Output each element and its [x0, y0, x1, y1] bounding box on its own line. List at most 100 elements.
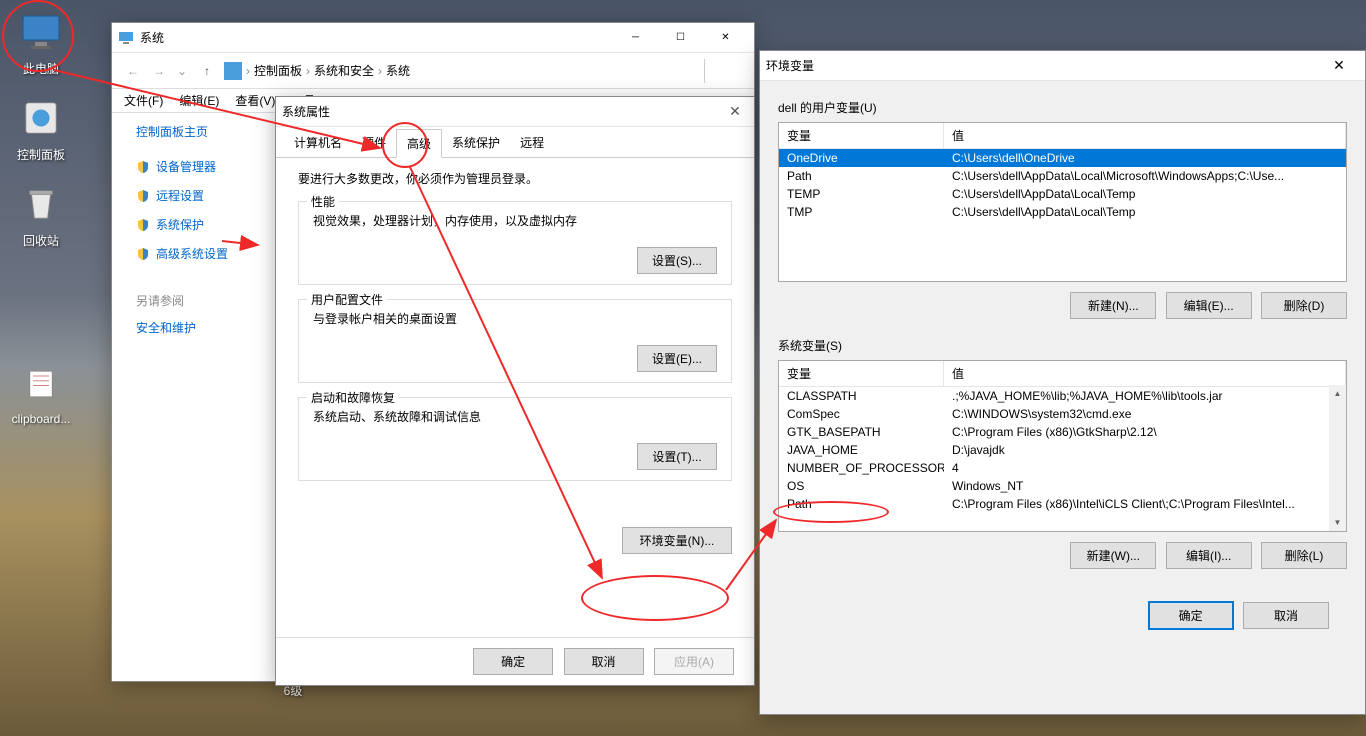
tab-advanced[interactable]: 高级: [396, 129, 442, 158]
user-delete-button[interactable]: 删除(D): [1261, 292, 1347, 319]
breadcrumb-item[interactable]: 系统和安全: [314, 62, 374, 79]
address-bar[interactable]: › 控制面板 › 系统和安全 › 系统: [224, 62, 698, 80]
control-panel-icon: [22, 99, 60, 137]
sys-delete-button[interactable]: 删除(L): [1261, 542, 1347, 569]
nav-up-button[interactable]: ↑: [196, 60, 218, 82]
props-titlebar[interactable]: 系统属性 ✕: [276, 97, 754, 127]
table-row[interactable]: JAVA_HOMED:\javajdk: [779, 441, 1346, 459]
sidebar-item-remote[interactable]: 远程设置: [136, 187, 276, 204]
perf-desc: 视觉效果，处理器计划，内存使用，以及虚拟内存: [313, 212, 717, 229]
table-row[interactable]: TEMPC:\Users\dell\AppData\Local\Temp: [779, 185, 1346, 203]
profile-desc: 与登录帐户相关的桌面设置: [313, 310, 717, 327]
sidebar-item-protection[interactable]: 系统保护: [136, 216, 276, 233]
system-titlebar[interactable]: 系统 ─ ☐ ✕: [112, 23, 754, 53]
shield-icon: [136, 160, 150, 174]
close-button[interactable]: ✕: [722, 99, 748, 125]
nav-forward-button[interactable]: →: [148, 60, 170, 82]
startup-desc: 系统启动、系统故障和调试信息: [313, 408, 717, 425]
minimize-button[interactable]: ─: [613, 23, 658, 52]
search-box[interactable]: [704, 59, 744, 83]
desktop-icon-recycle-bin[interactable]: 回收站: [4, 180, 78, 249]
shield-icon: [136, 218, 150, 232]
profile-settings-button[interactable]: 设置(E)...: [637, 345, 717, 372]
col-header-var[interactable]: 变量: [779, 361, 944, 386]
env-titlebar[interactable]: 环境变量 ✕: [760, 51, 1365, 81]
env-cancel-button[interactable]: 取消: [1243, 602, 1329, 629]
desktop-icon-control-panel[interactable]: 控制面板: [4, 94, 78, 163]
apply-button: 应用(A): [654, 648, 734, 675]
nav-history-dropdown[interactable]: ⌄: [174, 60, 190, 82]
breadcrumb-item[interactable]: 控制面板: [254, 62, 302, 79]
system-title: 系统: [140, 29, 613, 46]
related-label: 另请参阅: [136, 292, 276, 309]
monitor-icon: [118, 30, 134, 46]
col-header-val[interactable]: 值: [944, 123, 1346, 148]
close-button[interactable]: ✕: [703, 23, 748, 52]
menu-file[interactable]: 文件(F): [124, 92, 163, 109]
user-new-button[interactable]: 新建(N)...: [1070, 292, 1156, 319]
menu-view[interactable]: 查看(V): [235, 92, 275, 109]
desktop-icon-this-pc[interactable]: 此电脑: [4, 8, 78, 77]
env-vars-dialog: 环境变量 ✕ dell 的用户变量(U) 变量 值 OneDriveC:\Use…: [759, 50, 1366, 715]
tab-remote[interactable]: 远程: [510, 129, 554, 157]
table-row[interactable]: CLASSPATH.;%JAVA_HOME%\lib;%JAVA_HOME%\l…: [779, 387, 1346, 405]
sidebar-item-advanced[interactable]: 高级系统设置: [136, 245, 276, 262]
admin-note: 要进行大多数更改，你必须作为管理员登录。: [298, 170, 732, 187]
scroll-down-icon[interactable]: ▼: [1329, 514, 1346, 531]
nav-back-button[interactable]: ←: [122, 60, 144, 82]
related-link[interactable]: 安全和维护: [136, 319, 276, 336]
env-vars-button[interactable]: 环境变量(N)...: [622, 527, 732, 554]
address-icon: [224, 62, 242, 80]
user-section-label: dell 的用户变量(U): [778, 99, 1347, 116]
system-sidebar: 控制面板主页 设备管理器 远程设置 系统保护 高级系统设置 另请参阅: [136, 123, 276, 681]
performance-fieldset: 性能 视觉效果，处理器计划，内存使用，以及虚拟内存 设置(S)...: [298, 201, 732, 285]
profile-legend: 用户配置文件: [307, 291, 387, 308]
system-nav: ← → ⌄ ↑ › 控制面板 › 系统和安全 › 系统: [112, 53, 754, 89]
env-title: 环境变量: [766, 57, 1043, 74]
props-tabs: 计算机名 硬件 高级 系统保护 远程: [276, 127, 754, 158]
tab-computer-name[interactable]: 计算机名: [284, 129, 352, 157]
sidebar-item-device-manager[interactable]: 设备管理器: [136, 158, 276, 175]
table-row[interactable]: NUMBER_OF_PROCESSORS4: [779, 459, 1346, 477]
desktop: 此电脑 控制面板 回收站 clipboard... 6级 系统 ─ ☐ ✕ ← …: [0, 0, 1366, 736]
startup-legend: 启动和故障恢复: [307, 389, 399, 406]
perf-settings-button[interactable]: 设置(S)...: [637, 247, 717, 274]
ok-button[interactable]: 确定: [473, 648, 553, 675]
user-edit-button[interactable]: 编辑(E)...: [1166, 292, 1252, 319]
close-button[interactable]: ✕: [1319, 52, 1359, 80]
shield-icon: [136, 247, 150, 261]
system-properties-dialog: 系统属性 ✕ 计算机名 硬件 高级 系统保护 远程 要进行大多数更改，你必须作为…: [275, 96, 755, 686]
col-header-var[interactable]: 变量: [779, 123, 944, 148]
breadcrumb-item[interactable]: 系统: [386, 62, 410, 79]
scroll-up-icon[interactable]: ▲: [1329, 385, 1346, 402]
table-row[interactable]: GTK_BASEPATHC:\Program Files (x86)\GtkSh…: [779, 423, 1346, 441]
user-vars-table: 变量 值 OneDriveC:\Users\dell\OneDrivePathC…: [778, 122, 1347, 282]
sys-new-button[interactable]: 新建(W)...: [1070, 542, 1156, 569]
table-row[interactable]: OSWindows_NT: [779, 477, 1346, 495]
perf-legend: 性能: [307, 193, 339, 210]
tab-protection[interactable]: 系统保护: [442, 129, 510, 157]
shield-icon: [136, 189, 150, 203]
desktop-icon-clipboard[interactable]: clipboard...: [4, 360, 78, 426]
startup-fieldset: 启动和故障恢复 系统启动、系统故障和调试信息 设置(T)...: [298, 397, 732, 481]
system-vars-table: 变量 值 CLASSPATH.;%JAVA_HOME%\lib;%JAVA_HO…: [778, 360, 1347, 532]
scrollbar[interactable]: ▲ ▼: [1329, 385, 1346, 531]
env-ok-button[interactable]: 确定: [1148, 601, 1234, 630]
startup-settings-button[interactable]: 设置(T)...: [637, 443, 717, 470]
col-header-val[interactable]: 值: [944, 361, 1346, 386]
sys-section-label: 系统变量(S): [778, 337, 1347, 354]
maximize-button[interactable]: ☐: [658, 23, 703, 52]
table-row[interactable]: OneDriveC:\Users\dell\OneDrive: [779, 149, 1346, 167]
profile-fieldset: 用户配置文件 与登录帐户相关的桌面设置 设置(E)...: [298, 299, 732, 383]
table-row[interactable]: PathC:\Program Files (x86)\Intel\iCLS Cl…: [779, 495, 1346, 513]
table-row[interactable]: TMPC:\Users\dell\AppData\Local\Temp: [779, 203, 1346, 221]
control-panel-home-link[interactable]: 控制面板主页: [136, 123, 276, 140]
table-row[interactable]: ComSpecC:\WINDOWS\system32\cmd.exe: [779, 405, 1346, 423]
tab-hardware[interactable]: 硬件: [352, 129, 396, 157]
clipboard-icon: [22, 368, 60, 400]
menu-edit[interactable]: 编辑(E): [179, 92, 219, 109]
sys-edit-button[interactable]: 编辑(I)...: [1166, 542, 1252, 569]
table-row[interactable]: PathC:\Users\dell\AppData\Local\Microsof…: [779, 167, 1346, 185]
cancel-button[interactable]: 取消: [564, 648, 644, 675]
recycle-bin-icon: [22, 185, 60, 223]
